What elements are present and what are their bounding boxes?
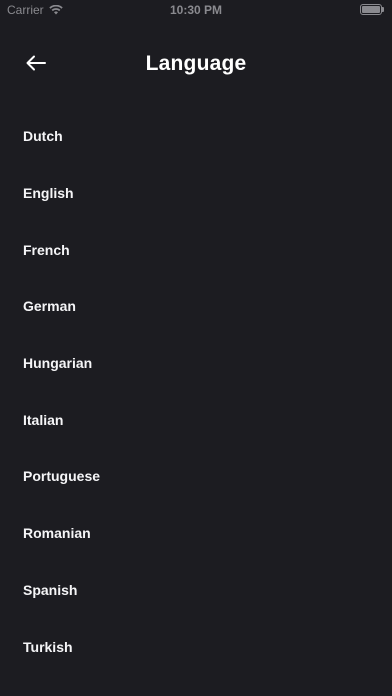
- language-item-romanian[interactable]: Romanian: [0, 505, 392, 562]
- language-label: Romanian: [23, 525, 91, 542]
- language-label: Turkish: [23, 638, 73, 655]
- language-item-german[interactable]: German: [0, 278, 392, 335]
- language-label: Hungarian: [23, 355, 93, 372]
- language-item-portuguese[interactable]: Portuguese: [0, 448, 392, 505]
- battery-icon: [360, 4, 384, 15]
- language-item-english[interactable]: English: [0, 165, 392, 222]
- status-time: 10:30 PM: [169, 3, 223, 17]
- language-item-hungarian[interactable]: Hungarian: [0, 335, 392, 392]
- language-label: Spanish: [23, 581, 78, 598]
- navigation-bar: Language: [0, 40, 392, 90]
- language-label: Portuguese: [23, 468, 101, 485]
- language-list: Dutch English French German Hungarian It…: [0, 108, 392, 675]
- language-label: Dutch: [23, 128, 63, 145]
- language-label: German: [23, 298, 76, 315]
- language-label: English: [23, 185, 74, 202]
- language-item-turkish[interactable]: Turkish: [0, 618, 392, 675]
- status-bar: Carrier 10:30 PM: [0, 0, 392, 22]
- language-item-french[interactable]: French: [0, 221, 392, 278]
- language-item-italian[interactable]: Italian: [0, 391, 392, 448]
- page-title: Language: [145, 52, 247, 75]
- language-label: Italian: [23, 411, 64, 428]
- language-item-spanish[interactable]: Spanish: [0, 562, 392, 619]
- language-label: French: [23, 241, 70, 258]
- language-item-dutch[interactable]: Dutch: [0, 108, 392, 165]
